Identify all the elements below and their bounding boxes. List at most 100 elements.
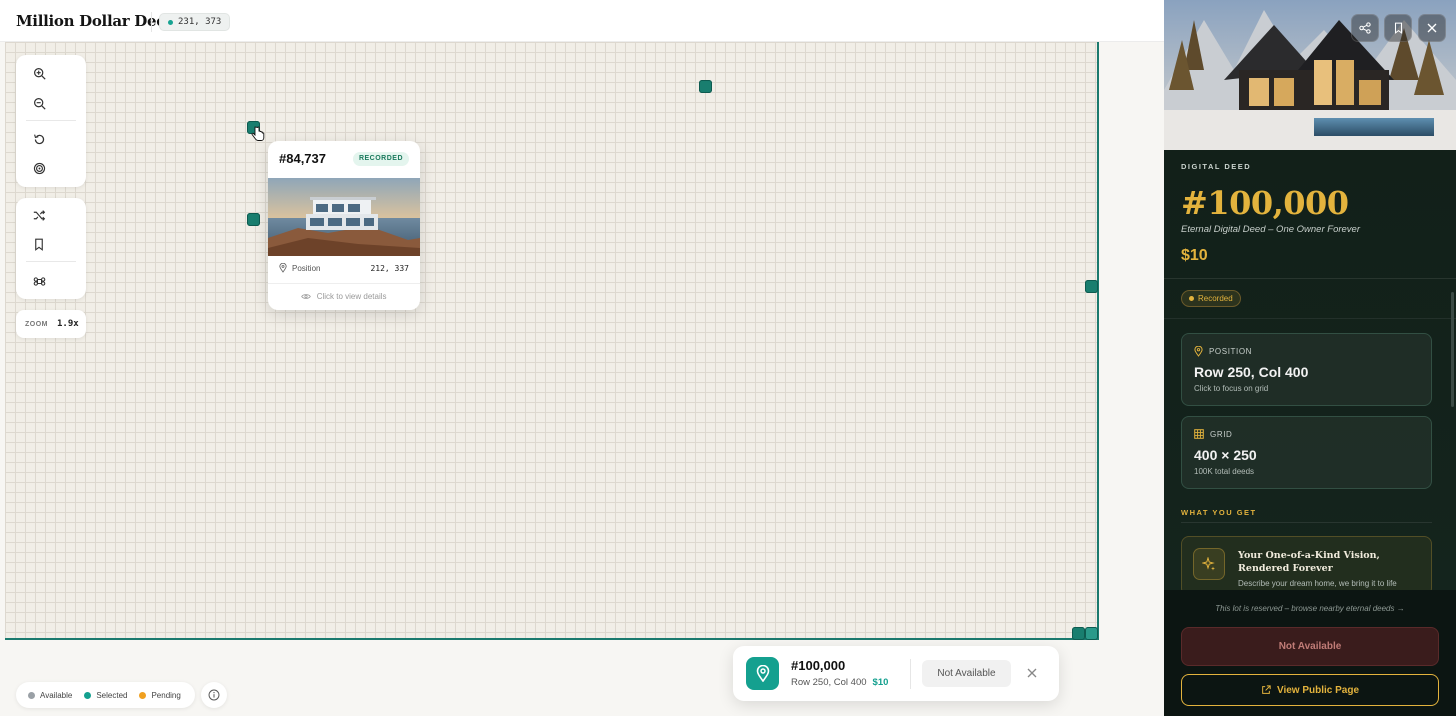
panel-scroll-thumb[interactable] [1451,292,1454,407]
share-icon [1359,22,1371,34]
selection-deed-id: #100,000 [791,658,846,673]
coastal-house-image [268,178,420,256]
recorded-status-label: Recorded [1198,294,1233,303]
external-link-icon [1262,685,1271,694]
deed-id: #84,737 [279,151,326,166]
grid-card-label: GRID [1210,429,1233,439]
reserved-note[interactable]: This lot is reserved – browse nearby ete… [1164,604,1456,613]
focus-target-button[interactable] [28,157,50,179]
grid-cell-owned[interactable] [247,213,260,226]
cursor-coords-pill: 231, 373 [159,13,231,31]
action-toolbar [16,198,86,299]
panel-divider [1164,278,1456,279]
view-details-label: Click to view details [316,292,387,301]
panel-deed-id: #100,000 [1181,184,1349,222]
zoom-in-icon [33,67,46,80]
grid-card-value: 400 × 250 [1194,447,1257,463]
legend-label: Available [40,690,73,700]
panel-divider [1164,318,1456,319]
zoom-in-button[interactable] [28,62,50,84]
legend-dot [84,691,92,699]
map-pin-icon [756,665,769,682]
selection-price: $10 [872,677,889,688]
position-card-value: Row 250, Col 400 [1194,364,1309,380]
panel-price: $10 [1181,247,1208,264]
legend-selected: Selected [84,691,127,700]
not-available-button[interactable]: Not Available [922,660,1011,687]
position-row: Position 212, 337 [279,263,409,273]
bookmark-button[interactable] [1384,14,1412,42]
header-divider [151,12,152,32]
panel-footer: This lot is reserved – browse nearby ete… [1164,590,1456,716]
bookmarks-button[interactable] [28,233,50,255]
zoom-label: ZOOM [25,320,48,328]
position-value: 212, 337 [370,263,409,273]
grid-card: GRID 400 × 250 100K total deeds [1181,416,1432,489]
what-you-get-heading: WHAT YOU GET [1181,508,1257,517]
vision-title: Your One-of-a-Kind Vision, Rendered Fore… [1238,550,1380,574]
top-header: Million Dollar Deeds 231, 373 [0,0,1164,42]
reset-view-button[interactable] [28,128,50,150]
legend-dot [28,691,35,699]
position-card-label-group: POSITION [1194,346,1252,357]
info-icon [208,689,220,701]
vision-feature-card: Your One-of-a-Kind Vision, Rendered Fore… [1181,536,1432,596]
command-icon [33,276,45,286]
view-public-page-label: View Public Page [1276,684,1360,696]
position-card[interactable]: POSITION Row 250, Col 400 Click to focus… [1181,333,1432,406]
selection-position: Row 250, Col 400 [791,677,867,688]
selection-divider [910,659,911,689]
close-icon [1427,23,1437,33]
close-selection-button[interactable] [1023,664,1041,682]
view-public-page-button[interactable]: View Public Page [1181,674,1439,706]
legend-label: Pending [151,690,181,700]
sparkle-icon [1202,557,1215,571]
grid-cell-owned[interactable] [699,80,712,93]
share-button[interactable] [1351,14,1379,42]
shortcuts-button[interactable] [28,270,50,292]
status-badge: RECORDED [352,152,409,166]
bookmark-icon [35,238,43,251]
grid-cell-selected[interactable] [1085,627,1098,640]
position-label: Position [292,263,321,273]
app-root: Million Dollar Deeds 231, 373 ZOOM 1.9x … [0,0,1456,716]
position-card-hint: Click to focus on grid [1194,384,1269,393]
deed-grid-canvas[interactable] [5,42,1099,640]
grid-cell-owned[interactable] [1085,280,1098,293]
random-deed-button[interactable] [28,204,50,226]
legend-info-button[interactable] [201,682,227,708]
legend-available: Available [28,691,72,700]
zoom-indicator: ZOOM 1.9x [16,310,86,338]
zoom-value: 1.9x [57,319,79,329]
selection-pin-badge [746,657,779,690]
panel-eyebrow: DIGITAL DEED [1181,162,1252,171]
target-icon [33,162,45,174]
panel-subtitle: Eternal Digital Deed – One Owner Forever [1181,224,1360,235]
grid-card-sub: 100K total deeds [1194,467,1255,476]
legend-dot [139,691,147,699]
selection-details: Row 250, Col 400 $10 [791,677,888,688]
view-details-hint[interactable]: Click to view details [268,292,420,301]
deed-hero-image [1164,0,1456,150]
bookmark-icon [1394,22,1402,34]
zoom-out-button[interactable] [28,92,50,114]
reset-icon [33,133,44,144]
map-pin-icon [279,263,287,273]
position-label-group: Position [279,263,320,273]
panel-scrollbar[interactable] [1451,282,1454,588]
deed-detail-panel: DIGITAL DEED #100,000 Eternal Digital De… [1164,0,1456,716]
map-pin-icon [1194,346,1203,357]
selection-bar: #100,000 Row 250, Col 400 $10 Not Availab… [733,646,1059,701]
cursor-coords: 231, 373 [178,17,222,27]
not-available-action-button[interactable]: Not Available [1181,627,1439,666]
grid-legend: Available Selected Pending [16,682,195,708]
section-divider [1181,522,1432,523]
eye-icon [301,294,312,300]
status-dot-icon [168,19,173,25]
grid-cell-owned[interactable] [1072,627,1085,640]
deed-hover-card[interactable]: #84,737 RECORDED Position 212, 337 Click… [268,141,420,310]
mountain-chalet-image [1164,0,1456,150]
close-panel-button[interactable] [1418,14,1446,42]
toolbar-divider [26,120,76,121]
recorded-status-badge: Recorded [1181,290,1241,307]
